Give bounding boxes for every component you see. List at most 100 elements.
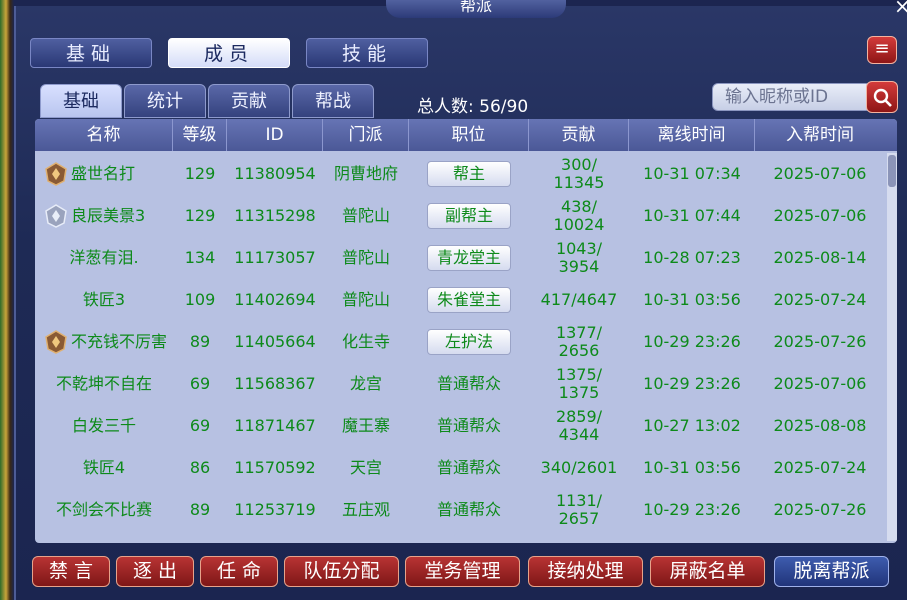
- table-row[interactable]: 白发三千 69 11871467 魔王寨 普通帮众 2859/ 4344 10-27 13:…: [35, 405, 885, 447]
- member-offline-time: 10-29 23:26: [643, 374, 741, 393]
- table-row[interactable]: 铁匠4 86 11570592 天宫 普通帮众 340/2601 10-31 03:56 20…: [35, 447, 885, 489]
- cell-contribution: 438/ 10024: [529, 195, 629, 237]
- cell-school: 化生寺: [323, 321, 409, 363]
- cell-contribution: 340/2601: [529, 447, 629, 489]
- tab-skills[interactable]: 技能: [306, 38, 428, 68]
- expel-button[interactable]: 逐 出: [116, 556, 194, 587]
- col-join-time[interactable]: 入帮时间: [755, 119, 885, 151]
- col-school[interactable]: 门派: [323, 119, 409, 151]
- subtab-guild-war[interactable]: 帮战: [292, 84, 374, 118]
- member-id: 11568367: [234, 374, 316, 393]
- member-school: 龙宫: [349, 374, 382, 393]
- cell-role: 普通帮众: [409, 363, 529, 405]
- cell-join-time: 2025-08-14: [755, 237, 885, 279]
- cell-school: 魔王寨: [323, 405, 409, 447]
- role-button[interactable]: 副帮主: [427, 203, 511, 229]
- cell-contribution: 417/4647: [529, 279, 629, 321]
- member-contribution: 340/2601: [540, 458, 618, 477]
- member-join-time: 2025-07-06: [773, 164, 867, 183]
- search-icon[interactable]: [866, 81, 898, 113]
- leave-guild-button[interactable]: 脱离帮派: [774, 556, 889, 587]
- cell-offline-time: 10-31 03:56: [629, 279, 755, 321]
- subtab-stats[interactable]: 统计: [124, 84, 206, 118]
- col-name[interactable]: 名称: [35, 119, 173, 151]
- cell-join-time: 2025-07-06: [755, 153, 885, 195]
- cell-school: 阴曹地府: [323, 153, 409, 195]
- member-contribution: 1375/ 1375: [555, 365, 603, 402]
- table-row[interactable]: 不剑会不比赛 89 11253719 五庄观 普通帮众 1131/ 2657 10-29 2…: [35, 489, 885, 531]
- cell-id: 11871467: [227, 405, 323, 447]
- member-join-time: 2025-07-24: [773, 290, 867, 309]
- member-join-time: 2025-07-06: [773, 206, 867, 225]
- scrollbar[interactable]: [887, 153, 897, 541]
- guild-window: 帮派 × 基础 成员 技能 ≡ 基础 统计 贡献 帮战 总人数: 56/90 输…: [14, 0, 907, 600]
- appoint-button[interactable]: 任 命: [200, 556, 278, 587]
- member-join-time: 2025-08-14: [773, 248, 867, 267]
- member-name: 铁匠4: [82, 458, 126, 477]
- member-total: 总人数: 56/90: [417, 92, 528, 117]
- member-join-time: 2025-07-26: [773, 500, 867, 519]
- cell-join-time: 2025-07-06: [755, 363, 885, 405]
- table-row[interactable]: 良辰美景3 129 11315298 普陀山 副帮主 438/ 10024 10-31 07…: [35, 195, 885, 237]
- table-row[interactable]: 不充钱不厉害 89 11405664 化生寺 左护法 1377/ 2656 10-29 23…: [35, 321, 885, 363]
- mute-button[interactable]: 禁 言: [32, 556, 110, 587]
- col-offline-time[interactable]: 离线时间: [629, 119, 755, 151]
- cell-level: 69: [173, 363, 227, 405]
- cell-level: 89: [173, 321, 227, 363]
- member-id: 11380954: [234, 164, 316, 183]
- tab-members[interactable]: 成员: [168, 38, 290, 68]
- role-button[interactable]: 帮主: [427, 161, 511, 187]
- cell-school: 天宫: [323, 447, 409, 489]
- table-row[interactable]: 洋葱有泪. 134 11173057 普陀山 青龙堂主 1043/ 3954 10-28 0…: [35, 237, 885, 279]
- member-table: 名称 等级 ID 门派 职位 贡献 离线时间 入帮时间 盛世名打 129 11380…: [35, 119, 897, 543]
- tab-basic[interactable]: 基础: [30, 38, 152, 68]
- cell-level: 69: [173, 405, 227, 447]
- scrollbar-thumb[interactable]: [888, 155, 896, 187]
- cell-id: 11405664: [227, 321, 323, 363]
- hall-affairs-button[interactable]: 堂务管理: [405, 556, 520, 587]
- cell-contribution: 1377/ 2656: [529, 321, 629, 363]
- col-level[interactable]: 等级: [173, 119, 227, 151]
- table-row[interactable]: 铁匠3 109 11402694 普陀山 朱雀堂主 417/4647 10-31 03:56…: [35, 279, 885, 321]
- col-contribution[interactable]: 贡献: [529, 119, 629, 151]
- cell-id: 11570592: [227, 447, 323, 489]
- col-id[interactable]: ID: [227, 119, 323, 151]
- cell-name: 不剑会不比赛: [35, 489, 173, 531]
- member-level: 134: [184, 248, 216, 267]
- member-name: 白发三千: [71, 416, 136, 435]
- block-list-button[interactable]: 屏蔽名单: [650, 556, 765, 587]
- cell-id: 11380954: [227, 153, 323, 195]
- role-button[interactable]: 左护法: [427, 329, 511, 355]
- close-icon[interactable]: ×: [894, 0, 907, 18]
- subtab-basic[interactable]: 基础: [40, 84, 122, 118]
- member-name: 洋葱有泪.: [69, 248, 139, 267]
- team-assign-button[interactable]: 队伍分配: [284, 556, 399, 587]
- menu-icon[interactable]: ≡: [867, 36, 897, 64]
- col-role[interactable]: 职位: [409, 119, 529, 151]
- role-button[interactable]: 青龙堂主: [427, 245, 511, 271]
- role-button[interactable]: 朱雀堂主: [427, 287, 511, 313]
- cell-contribution: 1043/ 3954: [529, 237, 629, 279]
- cell-level: 109: [173, 279, 227, 321]
- table-row[interactable]: 盛世名打 129 11380954 阴曹地府 帮主 300/ 11345 10-31 07:…: [35, 153, 885, 195]
- member-level: 129: [184, 206, 216, 225]
- member-contribution: 300/ 11345: [553, 155, 605, 192]
- member-school: 天宫: [349, 458, 382, 477]
- member-id: 11402694: [234, 290, 316, 309]
- search-input[interactable]: 输入昵称或ID: [712, 83, 872, 111]
- cell-level: 89: [173, 489, 227, 531]
- cell-join-time: 2025-07-24: [755, 447, 885, 489]
- member-role: 普通帮众: [436, 374, 501, 393]
- cell-school: 五庄观: [323, 489, 409, 531]
- subtab-contribution[interactable]: 贡献: [208, 84, 290, 118]
- cell-contribution: 1375/ 1375: [529, 363, 629, 405]
- cell-name: 不乾坤不自在: [35, 363, 173, 405]
- member-join-time: 2025-07-26: [773, 332, 867, 351]
- cell-offline-time: 10-31 07:34: [629, 153, 755, 195]
- cell-name: 盛世名打: [35, 153, 173, 195]
- accept-requests-button[interactable]: 接纳处理: [528, 556, 643, 587]
- table-row[interactable]: 不乾坤不自在 69 11568367 龙宫 普通帮众 1375/ 1375 10-29 23…: [35, 363, 885, 405]
- cell-contribution: 300/ 11345: [529, 153, 629, 195]
- cell-join-time: 2025-07-26: [755, 489, 885, 531]
- member-school: 五庄观: [341, 500, 390, 519]
